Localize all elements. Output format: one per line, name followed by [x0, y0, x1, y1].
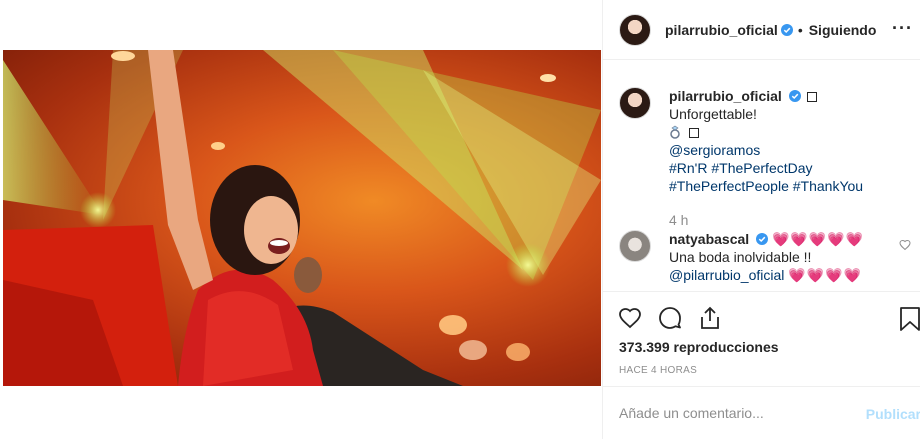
ring-icon: [670, 125, 680, 139]
comments-list: pilarrubio_oficial Unforgettable! @sergi…: [603, 61, 920, 291]
media-column: [0, 0, 602, 439]
comment-input[interactable]: [619, 403, 849, 423]
comment-bubble-icon[interactable]: [657, 306, 683, 330]
emoji-placeholder-icon: [806, 92, 817, 102]
header-separator: •: [797, 21, 803, 38]
post-header: pilarrubio_oficial • Siguiendo ···: [603, 0, 920, 60]
comment-mention[interactable]: @pilarrubio_oficial: [669, 267, 784, 283]
publish-button[interactable]: Publicar: [866, 406, 920, 422]
caption-text: Unforgettable!: [669, 106, 757, 122]
action-icons-row: [617, 306, 723, 330]
caption-mention[interactable]: @sergioramos: [669, 141, 909, 159]
add-comment-section: Publicar: [603, 386, 920, 439]
post-timestamp[interactable]: HACE 4 HORAS: [619, 365, 697, 376]
verified-badge-icon: [780, 23, 793, 36]
view-count[interactable]: 373.399 reproducciones: [619, 339, 779, 355]
commenter-username[interactable]: natyabascal: [669, 231, 749, 247]
author-avatar[interactable]: [619, 13, 651, 46]
more-options-icon[interactable]: ···: [892, 18, 913, 39]
following-button[interactable]: Siguiendo: [809, 22, 877, 38]
caption-avatar[interactable]: [619, 87, 651, 119]
heart-emojis: 💗💗💗💗💗: [771, 231, 865, 247]
caption-hashtags-1[interactable]: #Rn'R #ThePerfectDay: [669, 159, 909, 177]
caption-body: pilarrubio_oficial Unforgettable! @sergi…: [669, 87, 909, 229]
comment-like-heart-icon[interactable]: [899, 239, 911, 251]
bookmark-icon[interactable]: [899, 306, 920, 332]
post-video[interactable]: [3, 50, 601, 386]
video-frame-image: [3, 50, 601, 386]
verified-badge-icon: [756, 233, 769, 245]
commenter-avatar[interactable]: [619, 230, 651, 262]
emoji-placeholder-icon: [688, 128, 699, 138]
caption-time[interactable]: 4 h: [669, 211, 909, 229]
comment-text: Una boda inolvidable !!: [669, 249, 812, 265]
heart-emojis-trailing: 💗💗💗💗: [788, 267, 863, 283]
caption-hashtags-2[interactable]: #ThePerfectPeople #ThankYou: [669, 177, 909, 195]
verified-badge-icon: [788, 90, 801, 102]
post-caption: pilarrubio_oficial Unforgettable! @sergi…: [619, 87, 919, 229]
post-side-panel: pilarrubio_oficial • Siguiendo ··· pilar…: [602, 0, 920, 439]
post-actions: 373.399 reproducciones HACE 4 HORAS Publ…: [603, 291, 920, 439]
heart-icon[interactable]: [617, 306, 643, 330]
author-username[interactable]: pilarrubio_oficial: [665, 22, 778, 38]
share-icon[interactable]: [697, 306, 723, 330]
comment-body: natyabascal 💗💗💗💗💗 Una boda inolvidable !…: [669, 230, 909, 284]
caption-username[interactable]: pilarrubio_oficial: [669, 88, 782, 104]
comment-item: natyabascal 💗💗💗💗💗 Una boda inolvidable !…: [619, 230, 919, 284]
